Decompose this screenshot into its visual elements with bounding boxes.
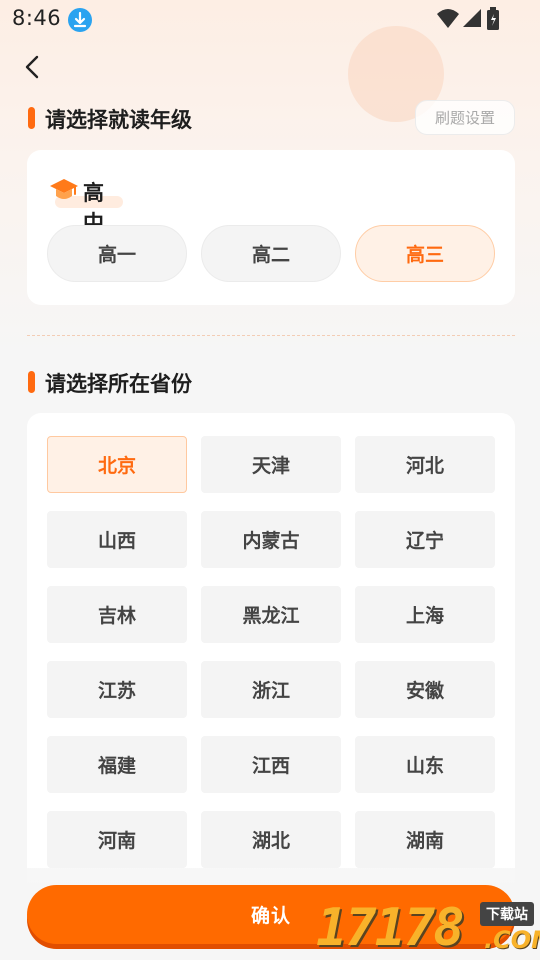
signal-icon	[463, 9, 481, 27]
province-option[interactable]: 内蒙古	[201, 511, 341, 568]
province-option[interactable]: 浙江	[201, 661, 341, 718]
province-card: 北京 天津 河北 山西 内蒙古 辽宁 吉林 黑龙江 上海 江苏 浙江 安徽 福建…	[27, 413, 515, 883]
province-option[interactable]: 江西	[201, 736, 341, 793]
province-option[interactable]: 上海	[355, 586, 495, 643]
province-option[interactable]: 安徽	[355, 661, 495, 718]
grade-option[interactable]: 高二	[201, 225, 341, 282]
status-icons	[436, 7, 500, 31]
province-option[interactable]: 山西	[47, 511, 187, 568]
grade-option-selected[interactable]: 高三	[355, 225, 495, 282]
watermark-logo: 17178 下载站 .COM	[316, 898, 540, 960]
grade-section-title: 请选择就读年级	[45, 108, 192, 132]
province-option[interactable]: 山东	[355, 736, 495, 793]
province-option-selected[interactable]: 北京	[47, 436, 187, 493]
graduation-cap-icon	[50, 179, 78, 199]
watermark-suffix: .COM	[484, 926, 540, 954]
province-option[interactable]: 湖北	[201, 811, 341, 868]
title-accent-bar	[28, 371, 35, 393]
province-section-title: 请选择所在省份	[45, 372, 192, 396]
status-bar: 8:46	[0, 0, 540, 38]
quiz-settings-button[interactable]: 刷题设置	[415, 100, 515, 135]
province-option[interactable]: 河南	[47, 811, 187, 868]
province-option[interactable]: 江苏	[47, 661, 187, 718]
grade-option[interactable]: 高一	[47, 225, 187, 282]
province-option[interactable]: 辽宁	[355, 511, 495, 568]
province-option[interactable]: 福建	[47, 736, 187, 793]
watermark-number: 17178	[316, 898, 465, 958]
section-divider	[27, 335, 515, 336]
province-option[interactable]: 黑龙江	[201, 586, 341, 643]
status-time: 8:46	[12, 6, 62, 30]
province-option[interactable]: 河北	[355, 436, 495, 493]
wifi-icon	[437, 9, 459, 28]
download-icon	[68, 8, 92, 32]
province-option[interactable]: 湖南	[355, 811, 495, 868]
battery-icon	[487, 7, 499, 30]
grade-card: 高中 高一 高二 高三	[27, 150, 515, 305]
title-accent-bar	[28, 107, 35, 129]
watermark-badge: 下载站	[480, 902, 534, 926]
province-option[interactable]: 吉林	[47, 586, 187, 643]
back-arrow-icon	[25, 55, 39, 79]
back-button[interactable]	[18, 52, 48, 82]
province-option[interactable]: 天津	[201, 436, 341, 493]
